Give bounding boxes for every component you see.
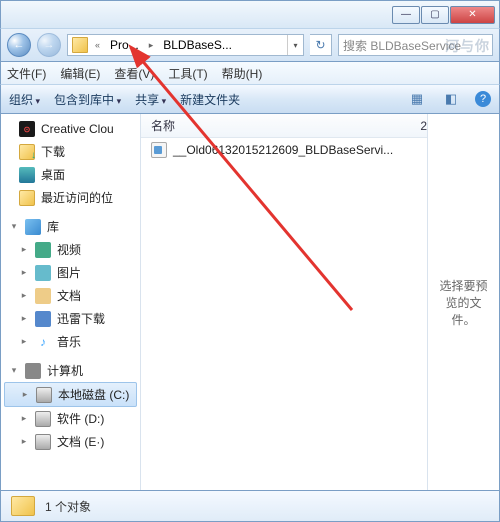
breadcrumb-segment[interactable]: Pro... [104, 35, 146, 55]
chevron-right-icon: ▸ [19, 313, 29, 324]
folder-icon [72, 37, 88, 53]
sidebar-label: 文档 [57, 287, 81, 304]
sidebar-label: 音乐 [57, 333, 81, 350]
menu-tools[interactable]: 工具(T) [168, 65, 207, 82]
toolbar: 组织 包含到库中 共享 新建文件夹 ▦ ◧ ? [0, 84, 500, 114]
drive-icon [35, 434, 51, 450]
chevron-right-icon: ▸ [20, 389, 30, 400]
menu-help[interactable]: 帮助(H) [222, 65, 263, 82]
sidebar-item-pictures[interactable]: ▸ 图片 [1, 261, 140, 284]
status-text: 1 个对象 [45, 498, 91, 515]
menu-bar: 文件(F) 编辑(E) 查看(V) 工具(T) 帮助(H) [0, 62, 500, 84]
pictures-icon [35, 265, 51, 281]
sidebar-item-drive-c[interactable]: ▸ 本地磁盘 (C:) [4, 382, 137, 407]
view-mode-icon[interactable]: ▦ [407, 89, 427, 109]
file-icon [151, 142, 167, 158]
menu-edit[interactable]: 编辑(E) [60, 65, 100, 82]
chevron-down-icon: ▾ [9, 365, 19, 376]
sidebar-label: Creative Clou [41, 122, 114, 136]
sidebar-label: 桌面 [41, 166, 65, 183]
sidebar-header-computer[interactable]: ▾ 计算机 [1, 359, 140, 382]
refresh-button[interactable]: ↻ [310, 34, 332, 56]
column-truncated: 2 [420, 119, 427, 133]
chevron-right-icon: ▸ [19, 413, 29, 424]
sidebar-item-recent[interactable]: 最近访问的位 [1, 186, 140, 209]
new-folder-button[interactable]: 新建文件夹 [180, 91, 240, 108]
window-titlebar: — ▢ ✕ [0, 0, 500, 28]
file-list[interactable]: 名称 2 __Old06132015212609_BLDBaseServi... [141, 114, 427, 490]
sidebar-label: 文档 (E·) [57, 433, 104, 450]
xunlei-icon [35, 311, 51, 327]
share-button[interactable]: 共享 [135, 91, 166, 108]
explorer-body: ⊙Creative Clou 下载 桌面 最近访问的位 ▾库 ▸视频 ▸图片 ▸… [0, 114, 500, 490]
status-bar: 1 个对象 [0, 490, 500, 522]
menu-view[interactable]: 查看(V) [114, 65, 154, 82]
chevron-right-icon: ▸ [19, 336, 29, 347]
preview-placeholder: 选择要预览的文件。 [434, 277, 493, 328]
sidebar-item-drive-e[interactable]: ▸ 文档 (E·) [1, 430, 140, 453]
close-button[interactable]: ✕ [450, 6, 495, 24]
videos-icon [35, 242, 51, 258]
sidebar-label: 图片 [57, 264, 81, 281]
sidebar-label: 软件 (D:) [57, 410, 104, 427]
file-name: __Old06132015212609_BLDBaseServi... [173, 143, 393, 157]
sidebar-label: 库 [47, 218, 59, 235]
menu-file[interactable]: 文件(F) [7, 65, 46, 82]
chevron-right-icon: ▸ [19, 436, 29, 447]
address-row: ← → « Pro... ▸ BLDBaseS... ▾ ↻ 搜索 BLDBas… [0, 28, 500, 62]
recent-icon [19, 190, 35, 206]
breadcrumb-overflow[interactable]: « [92, 35, 104, 55]
breadcrumb-segment[interactable]: BLDBaseS... [157, 35, 239, 55]
search-input[interactable]: 搜索 BLDBaseService 河与你 [338, 34, 493, 56]
include-library-button[interactable]: 包含到库中 [54, 91, 121, 108]
music-icon: ♪ [35, 334, 51, 350]
file-area: 名称 2 __Old06132015212609_BLDBaseServi...… [141, 114, 499, 490]
creative-cloud-icon: ⊙ [19, 121, 35, 137]
address-dropdown[interactable]: ▾ [287, 35, 303, 55]
sidebar-label: 下载 [41, 143, 65, 160]
folder-icon [11, 496, 35, 516]
search-placeholder: 搜索 BLDBaseService [343, 37, 461, 54]
sidebar-item-desktop[interactable]: 桌面 [1, 163, 140, 186]
downloads-icon [19, 144, 35, 160]
preview-pane-icon[interactable]: ◧ [441, 89, 461, 109]
column-header-name[interactable]: 名称 [151, 117, 420, 134]
sidebar-item-xunlei[interactable]: ▸ 迅雷下载 [1, 307, 140, 330]
sidebar-label: 本地磁盘 (C:) [58, 386, 129, 403]
column-header-row: 名称 2 [141, 114, 427, 138]
navigation-pane: ⊙Creative Clou 下载 桌面 最近访问的位 ▾库 ▸视频 ▸图片 ▸… [1, 114, 141, 490]
drive-icon [36, 387, 52, 403]
sidebar-item-downloads[interactable]: 下载 [1, 140, 140, 163]
sidebar-label: 最近访问的位 [41, 189, 113, 206]
file-row[interactable]: __Old06132015212609_BLDBaseServi... [141, 138, 427, 162]
sidebar-item-documents[interactable]: ▸ 文档 [1, 284, 140, 307]
chevron-right-icon: ▸ [19, 290, 29, 301]
sidebar-item-music[interactable]: ▸ ♪ 音乐 [1, 330, 140, 353]
organize-button[interactable]: 组织 [9, 91, 40, 108]
libraries-icon [25, 219, 41, 235]
drive-icon [35, 411, 51, 427]
chevron-right-icon[interactable]: ▸ [146, 35, 158, 55]
sidebar-label: 迅雷下载 [57, 310, 105, 327]
sidebar-item-drive-d[interactable]: ▸ 软件 (D:) [1, 407, 140, 430]
computer-icon [25, 363, 41, 379]
chevron-right-icon: ▸ [19, 244, 29, 255]
sidebar-item-videos[interactable]: ▸ 视频 [1, 238, 140, 261]
sidebar-label: 计算机 [47, 362, 83, 379]
help-icon[interactable]: ? [475, 91, 491, 107]
back-button[interactable]: ← [7, 33, 31, 57]
sidebar-label: 视频 [57, 241, 81, 258]
chevron-right-icon: ▸ [19, 267, 29, 278]
preview-pane: 选择要预览的文件。 [427, 114, 499, 490]
desktop-icon [19, 167, 35, 183]
minimize-button[interactable]: — [392, 6, 420, 24]
maximize-button[interactable]: ▢ [421, 6, 449, 24]
watermark-overlay: 河与你 [445, 36, 490, 56]
forward-button[interactable]: → [37, 33, 61, 57]
sidebar-item-creative-cloud[interactable]: ⊙ Creative Clou [1, 118, 140, 140]
address-bar[interactable]: « Pro... ▸ BLDBaseS... ▾ [67, 34, 304, 56]
chevron-down-icon: ▾ [9, 221, 19, 232]
documents-icon [35, 288, 51, 304]
sidebar-header-libraries[interactable]: ▾库 [1, 215, 140, 238]
